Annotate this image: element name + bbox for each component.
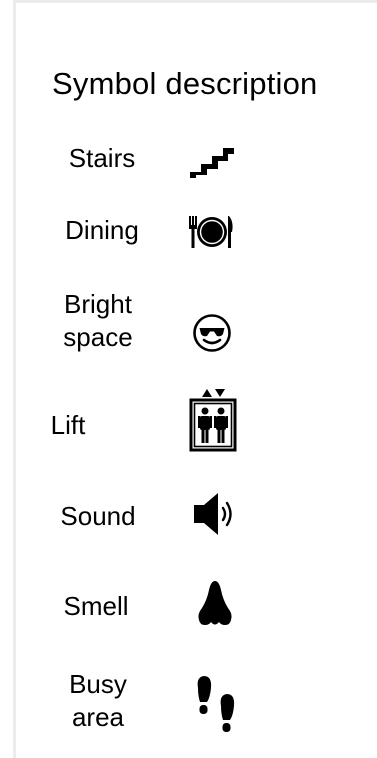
legend-label-busy-area: Busy area [69, 669, 127, 732]
legend-row-sound: Sound [0, 490, 377, 542]
legend-label-lift: Lift [50, 410, 86, 440]
elevator-icon [187, 385, 239, 457]
legend-row-bright-space: Bright space [0, 288, 377, 368]
sunglasses-face-icon [192, 313, 232, 353]
legend-label-smell: Smell [63, 591, 129, 621]
legend-row-stairs: Stairs [0, 140, 377, 180]
frame-top-border [15, 0, 377, 3]
footprints-icon [192, 674, 240, 736]
stairs-icon [188, 142, 236, 180]
legend-label-dining: Dining [65, 215, 139, 245]
legend-row-smell: Smell [0, 580, 377, 636]
legend-row-busy-area: Busy area [0, 668, 377, 748]
legend-row-lift: Lift [0, 385, 377, 457]
page-title: Symbol description [52, 66, 318, 101]
frame-left-border [13, 0, 16, 758]
legend-label-stairs: Stairs [68, 143, 136, 173]
dining-icon [186, 212, 238, 252]
legend-row-dining: Dining [0, 210, 377, 254]
legend-label-bright-space: Bright space [63, 289, 133, 352]
legend-label-sound: Sound [60, 501, 136, 531]
speaker-icon [192, 490, 240, 538]
nose-icon [195, 580, 235, 628]
